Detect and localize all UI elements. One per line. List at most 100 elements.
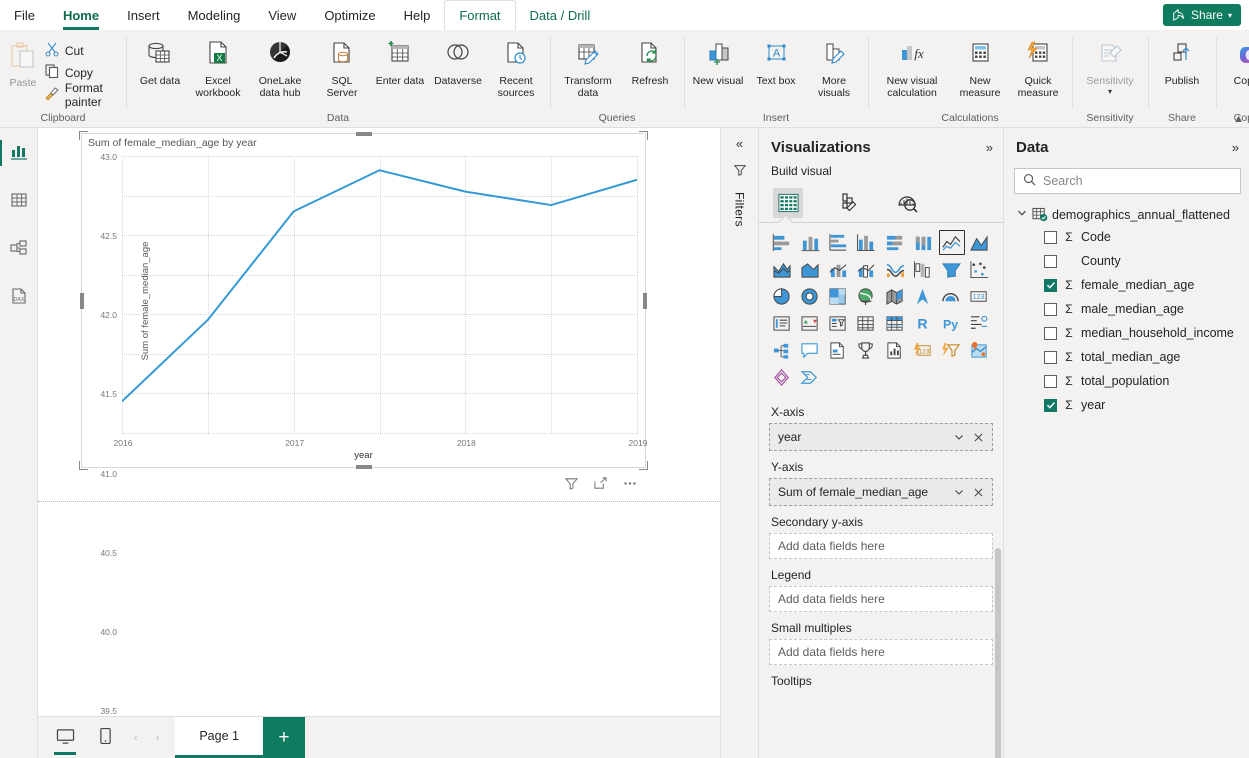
menu-item-view[interactable]: View	[254, 0, 310, 30]
rail-report-view[interactable]	[0, 138, 34, 168]
recent-sources-button[interactable]: Recent sources	[488, 36, 544, 99]
visual-type-r-script-visual[interactable]	[882, 311, 908, 336]
resize-handle-bottom-right[interactable]	[639, 461, 648, 470]
visual-type-funnel-chart[interactable]	[910, 257, 936, 282]
publish-button[interactable]: Publish	[1154, 36, 1210, 87]
visual-type-matrix[interactable]	[854, 311, 880, 336]
visual-type-arcgis-maps[interactable]	[939, 338, 965, 363]
resize-handle-top[interactable]	[355, 132, 372, 136]
visual-type-ribbon-chart[interactable]	[854, 257, 880, 282]
remove-field-icon[interactable]	[971, 487, 986, 498]
text-box-button[interactable]: A Text box	[748, 36, 804, 87]
menu-item-help[interactable]: Help	[390, 0, 445, 30]
add-page-button[interactable]: +	[262, 717, 305, 758]
visual-type-stacked-bar-chart[interactable]	[769, 230, 795, 255]
visual-type-kpi[interactable]	[769, 311, 795, 336]
visual-type-100-percent-stacked-column-chart[interactable]	[910, 230, 936, 255]
enter-data-button[interactable]: Enter data	[372, 36, 428, 87]
desktop-layout-button[interactable]	[52, 725, 78, 755]
visual-type-line-chart[interactable]	[938, 230, 965, 255]
visual-type-donut-chart[interactable]	[769, 284, 795, 309]
field-checkbox-male_median_age[interactable]	[1044, 302, 1057, 316]
visual-type-line-and-clustered-column-chart[interactable]	[826, 257, 852, 282]
visual-type-azure-map[interactable]	[882, 284, 908, 309]
more-options-icon[interactable]	[622, 476, 638, 491]
format-painter-button[interactable]: Format painter	[42, 81, 120, 109]
field-checkbox-year[interactable]	[1044, 398, 1057, 412]
quick-measure-button[interactable]: Quick measure	[1010, 36, 1066, 99]
focus-mode-icon[interactable]	[593, 476, 608, 491]
visual-type-filled-map[interactable]	[854, 284, 880, 309]
visual-type-clustered-column-chart[interactable]	[854, 230, 880, 255]
visual-type-pie-chart[interactable]	[967, 257, 993, 282]
double-chevron-right-icon[interactable]: »	[1232, 140, 1239, 155]
chart-plot-area[interactable]: 39.5 40.0 40.5 41.0 41.5 42.0 42.5 43.0 2016 2017…	[100, 152, 647, 716]
menu-item-insert[interactable]: Insert	[113, 0, 174, 30]
visual-type-decomposition-tree[interactable]	[967, 311, 993, 336]
visual-type-map[interactable]	[826, 284, 852, 309]
visual-type-100-percent-stacked-bar-chart[interactable]	[882, 230, 908, 255]
resize-handle-bottom[interactable]	[355, 465, 372, 469]
field-row-female_median_age[interactable]: Σfemale_median_age	[1004, 273, 1249, 297]
new-visual-calculation-button[interactable]: fx New visual calculation	[874, 36, 950, 99]
excel-workbook-button[interactable]: X Excel workbook	[190, 36, 246, 99]
field-checkbox-Code[interactable]	[1044, 230, 1057, 244]
new-visual-button[interactable]: New visual	[690, 36, 746, 87]
visual-type-q-and-a[interactable]	[769, 338, 795, 363]
remove-field-icon[interactable]	[971, 432, 986, 443]
filter-funnel-icon[interactable]	[564, 476, 579, 491]
well-secondary-y-axis-drop[interactable]: Add data fields here	[769, 533, 993, 559]
chevron-down-icon[interactable]	[1016, 207, 1028, 222]
visual-type-scatter-chart[interactable]	[939, 257, 965, 282]
visual-type-treemap[interactable]	[797, 284, 823, 309]
well-small-multiples-drop[interactable]: Add data fields here	[769, 639, 993, 665]
visual-type-azure-ml[interactable]	[967, 338, 993, 363]
more-visuals-button[interactable]: More visuals	[806, 36, 862, 99]
visual-type-area-chart[interactable]	[967, 230, 993, 255]
visual-type-paginated-report[interactable]	[854, 338, 880, 363]
chevron-down-icon[interactable]	[951, 486, 967, 498]
copilot-button[interactable]: Copilot	[1222, 36, 1249, 87]
visual-type-table[interactable]	[826, 311, 852, 336]
field-row-median_household_income[interactable]: Σmedian_household_income	[1004, 321, 1249, 345]
menu-item-home[interactable]: Home	[49, 0, 113, 30]
visual-type-stacked-area-chart[interactable]	[769, 257, 795, 282]
collapse-ribbon-button[interactable]: ▲	[1233, 113, 1244, 125]
share-button[interactable]: Share ▾	[1162, 4, 1241, 26]
sql-server-button[interactable]: SQL Server	[314, 36, 370, 99]
field-checkbox-median_household_income[interactable]	[1044, 326, 1057, 340]
visual-type-stacked-column-chart[interactable]	[797, 230, 823, 255]
well-y-axis-chip[interactable]: Sum of female_median_age	[769, 478, 993, 506]
next-page-button[interactable]: ›	[154, 732, 162, 744]
field-checkbox-total_population[interactable]	[1044, 374, 1057, 388]
cut-button[interactable]: Cut	[42, 40, 120, 61]
format-visual-tab[interactable]	[833, 188, 863, 218]
menu-item-optimize[interactable]: Optimize	[310, 0, 389, 30]
line-chart-visual[interactable]: Sum of female_median_age by year Sum of …	[79, 131, 648, 716]
visual-type-clustered-bar-chart[interactable]	[826, 230, 852, 255]
prev-page-button[interactable]: ‹	[132, 732, 140, 744]
resize-handle-top-right[interactable]	[639, 131, 648, 140]
well-legend-drop[interactable]: Add data fields here	[769, 586, 993, 612]
refresh-button[interactable]: Refresh	[622, 36, 678, 87]
resize-handle-right[interactable]	[643, 292, 647, 309]
field-row-year[interactable]: Σyear	[1004, 393, 1249, 417]
resize-handle-top-left[interactable]	[79, 131, 88, 140]
field-row-County[interactable]: ΣCounty	[1004, 249, 1249, 273]
visual-type-python-visual[interactable]: R	[910, 311, 936, 336]
filters-pane-collapsed[interactable]: « Filters	[720, 128, 758, 758]
field-row-total_population[interactable]: Σtotal_population	[1004, 369, 1249, 393]
dataverse-button[interactable]: Dataverse	[430, 36, 486, 87]
build-visual-tab[interactable]	[773, 188, 803, 218]
filters-pane-label[interactable]: Filters	[733, 192, 747, 227]
data-search-box[interactable]	[1014, 168, 1241, 194]
double-chevron-right-icon[interactable]: »	[986, 140, 993, 155]
resize-handle-left[interactable]	[80, 292, 84, 309]
analytics-tab[interactable]	[893, 188, 923, 218]
well-x-axis-chip[interactable]: year	[769, 423, 993, 451]
menu-item-file[interactable]: File	[0, 0, 49, 30]
menu-item-data-drill[interactable]: Data / Drill	[516, 0, 605, 30]
rail-dax-query-view[interactable]: DAX	[4, 282, 34, 312]
search-input[interactable]	[1043, 174, 1232, 188]
field-row-male_median_age[interactable]: Σmale_median_age	[1004, 297, 1249, 321]
